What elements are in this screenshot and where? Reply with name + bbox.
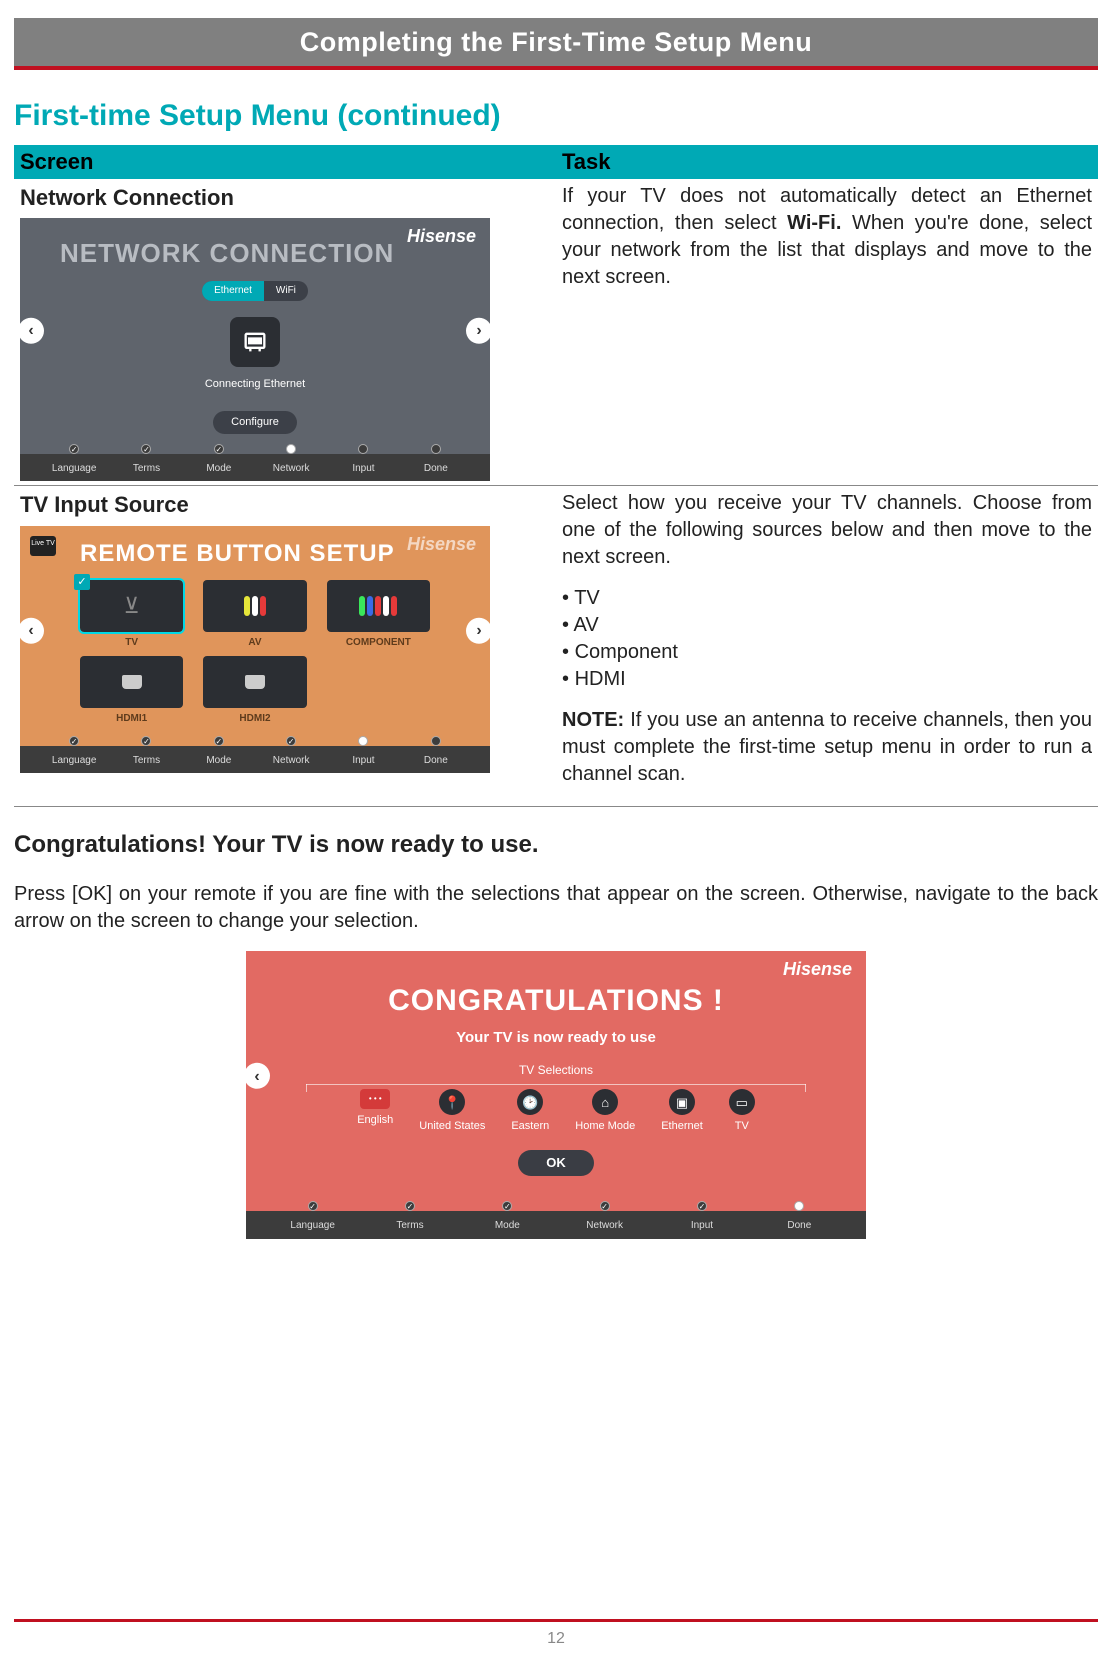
hdmi-icon xyxy=(122,675,142,689)
step-mode: Mode xyxy=(495,1220,520,1231)
step-input: Input xyxy=(691,1220,713,1231)
footer-rule xyxy=(14,1619,1098,1622)
toggle-ethernet[interactable]: Ethernet xyxy=(202,281,264,301)
nav-next-icon[interactable]: › xyxy=(466,318,492,344)
setup-table: Screen Task Network Connection Hisense N… xyxy=(14,145,1098,807)
row-input: TV Input Source Hisense Live TV REMOTE B… xyxy=(14,486,1098,807)
network-screen-title: NETWORK CONNECTION xyxy=(60,236,450,271)
brand-logo: Hisense xyxy=(407,532,476,556)
header-rule xyxy=(14,66,1098,70)
live-tv-badge: Live TV xyxy=(30,536,56,556)
step-language: Language xyxy=(52,463,97,474)
net-toggle[interactable]: Ethernet WiFi xyxy=(202,281,308,301)
step-mode: Mode xyxy=(206,755,231,766)
step-network: Network xyxy=(273,463,310,474)
step-network: Network xyxy=(586,1220,623,1231)
input-screen-title: REMOTE BUTTON SETUP xyxy=(80,538,460,570)
network-task: If your TV does not automatically detect… xyxy=(562,183,1092,291)
step-input: Input xyxy=(352,463,374,474)
input-task-list: TV AV Component HDMI xyxy=(562,585,1092,693)
progress-bar: Language Terms Mode Network Input Done xyxy=(246,1211,866,1239)
tile-hdmi1[interactable]: HDMI1 xyxy=(80,656,183,726)
step-input: Input xyxy=(352,755,374,766)
step-terms: Terms xyxy=(396,1220,423,1231)
clock-icon: 🕑 xyxy=(517,1089,543,1115)
nav-prev-icon[interactable]: ‹ xyxy=(244,1063,270,1089)
network-label: Network Connection xyxy=(20,183,550,213)
sel-input: ▭TV xyxy=(729,1089,755,1134)
step-done: Done xyxy=(424,463,448,474)
hdmi-icon xyxy=(245,675,265,689)
col-screen: Screen xyxy=(14,145,556,179)
congrats-title: CONGRATULATIONS ! xyxy=(286,981,826,1022)
antenna-icon: ⊻ xyxy=(124,591,140,621)
list-item: AV xyxy=(562,612,1092,639)
progress-bar: Language Terms Mode Network Input Done xyxy=(20,454,490,482)
page-number: 12 xyxy=(14,1628,1098,1650)
congrats-paragraph: Press [OK] on your remote if you are fin… xyxy=(14,881,1098,935)
tile-av[interactable]: AV xyxy=(203,580,306,650)
connecting-text: Connecting Ethernet xyxy=(60,377,450,392)
tile-hdmi2[interactable]: HDMI2 xyxy=(203,656,306,726)
tile-tv[interactable]: ✓⊻ TV xyxy=(80,580,183,650)
configure-button[interactable]: Configure xyxy=(213,411,297,434)
step-terms: Terms xyxy=(133,755,160,766)
flag-icon: • • • xyxy=(360,1089,390,1109)
selections-row: • • •English 📍United States 🕑Eastern ⌂Ho… xyxy=(306,1084,806,1134)
step-language: Language xyxy=(52,755,97,766)
pin-icon: 📍 xyxy=(439,1089,465,1115)
nav-next-icon[interactable]: › xyxy=(466,618,492,644)
step-done: Done xyxy=(424,755,448,766)
progress-bar: Language Terms Mode Network Input Done xyxy=(20,746,490,774)
toggle-wifi[interactable]: WiFi xyxy=(264,281,308,301)
sel-mode: ⌂Home Mode xyxy=(575,1089,635,1134)
brand-logo: Hisense xyxy=(783,957,852,981)
network-screen: Hisense NETWORK CONNECTION Ethernet WiFi… xyxy=(20,218,490,481)
page-header: Completing the First-Time Setup Menu xyxy=(14,18,1098,66)
col-task: Task xyxy=(556,145,1098,179)
sel-country: 📍United States xyxy=(419,1089,485,1134)
selections-label: TV Selections xyxy=(286,1062,826,1078)
input-screen: Hisense Live TV REMOTE BUTTON SETUP ✓⊻ T… xyxy=(20,526,490,774)
input-task-note: NOTE: If you use an antenna to receive c… xyxy=(562,707,1092,788)
step-done: Done xyxy=(787,1220,811,1231)
nav-prev-icon[interactable]: ‹ xyxy=(18,318,44,344)
home-icon: ⌂ xyxy=(592,1089,618,1115)
sel-timezone: 🕑Eastern xyxy=(511,1089,549,1134)
ethernet-icon: ▣ xyxy=(669,1089,695,1115)
nav-prev-icon[interactable]: ‹ xyxy=(18,618,44,644)
sel-network: ▣Ethernet xyxy=(661,1089,703,1134)
step-terms: Terms xyxy=(133,463,160,474)
sel-english: • • •English xyxy=(357,1089,393,1134)
list-item: HDMI xyxy=(562,666,1092,693)
ethernet-icon xyxy=(230,317,280,367)
brand-logo: Hisense xyxy=(407,224,476,248)
section-title: First-time Setup Menu (continued) xyxy=(14,96,1098,137)
ok-button[interactable]: OK xyxy=(518,1150,594,1176)
congrats-screen: Hisense CONGRATULATIONS ! Your TV is now… xyxy=(246,951,866,1239)
list-item: Component xyxy=(562,639,1092,666)
congrats-subtitle: Your TV is now ready to use xyxy=(286,1028,826,1048)
congrats-heading: Congratulations! Your TV is now ready to… xyxy=(14,829,1098,861)
step-language: Language xyxy=(290,1220,335,1231)
input-task-intro: Select how you receive your TV channels.… xyxy=(562,490,1092,571)
row-network: Network Connection Hisense NETWORK CONNE… xyxy=(14,179,1098,486)
tv-icon: ▭ xyxy=(729,1089,755,1115)
input-label: TV Input Source xyxy=(20,490,550,520)
tile-component[interactable]: COMPONENT xyxy=(327,580,430,650)
step-mode: Mode xyxy=(206,463,231,474)
list-item: TV xyxy=(562,585,1092,612)
step-network: Network xyxy=(273,755,310,766)
